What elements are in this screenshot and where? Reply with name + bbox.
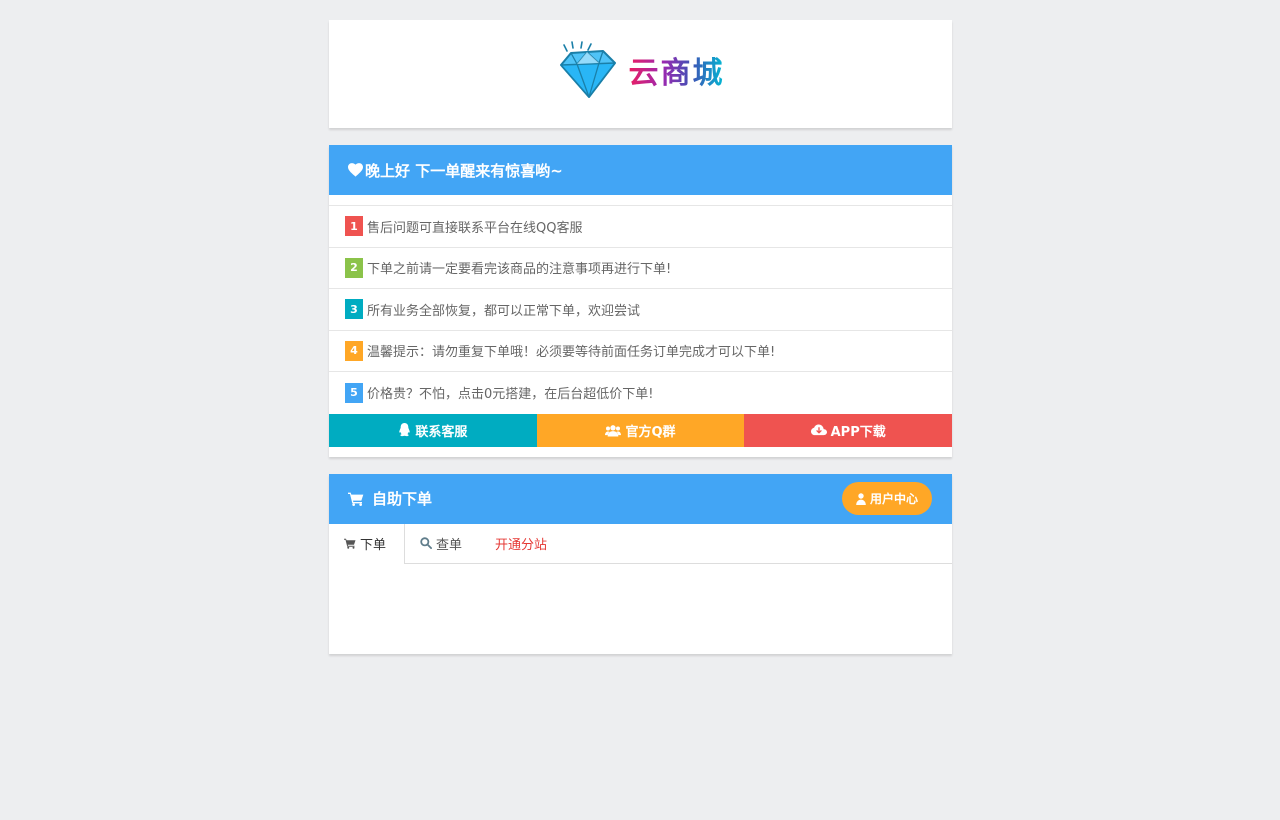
- tab-order-label: 下单: [360, 538, 387, 553]
- cart-icon: [344, 538, 356, 549]
- official-group-button[interactable]: 官方Q群: [536, 413, 745, 447]
- list-item: 1 售后问题可直接联系平台在线QQ客服: [329, 206, 952, 248]
- user-center-label: 用户中心: [869, 492, 918, 506]
- search-icon: [420, 537, 433, 549]
- notice-text: 价格贵？不怕，点击0元搭建，在后台超低价下单!: [367, 387, 654, 403]
- cloud-download-icon: [810, 424, 827, 437]
- heart-icon: [348, 163, 363, 177]
- official-group-label: 官方Q群: [625, 424, 676, 440]
- tab-order[interactable]: 下单: [329, 523, 406, 564]
- item-number-badge: 2: [345, 257, 363, 278]
- notice-list: 1 售后问题可直接联系平台在线QQ客服 2 下单之前请一定要看完该商品的注意事项…: [329, 205, 952, 414]
- order-title-group: 自助下单: [348, 488, 432, 509]
- app-download-label: APP下载: [830, 424, 886, 440]
- order-header: 自助下单 用户中心: [329, 473, 952, 524]
- site-logo[interactable]: 云商城: [557, 40, 725, 100]
- qq-icon: [398, 423, 411, 437]
- tab-query[interactable]: 查单: [405, 524, 480, 563]
- notice-text: 温馨提示：请勿重复下单哦！必须要等待前面任务订单完成才可以下单!: [367, 345, 776, 361]
- notice-text: 下单之前请一定要看完该商品的注意事项再进行下单!: [367, 262, 672, 278]
- cart-icon: [348, 492, 364, 506]
- notice-text: 售后问题可直接联系平台在线QQ客服: [367, 220, 583, 236]
- contact-service-button[interactable]: 联系客服: [329, 413, 537, 447]
- logo-card: 云商城: [329, 20, 952, 128]
- tab-open-substation-label: 开通分站: [495, 537, 548, 553]
- notice-title: 晚上好 下一单醒来有惊喜哟~: [365, 161, 563, 180]
- list-item: 4 温馨提示：请勿重复下单哦！必须要等待前面任务订单完成才可以下单!: [329, 331, 952, 372]
- tab-open-substation[interactable]: 开通分站: [480, 524, 565, 563]
- item-number-badge: 4: [345, 340, 363, 361]
- notice-button-row: 联系客服 官方Q群 APP下载: [329, 413, 953, 447]
- app-download-button[interactable]: APP下载: [744, 413, 953, 447]
- user-center-button[interactable]: 用户中心: [841, 482, 932, 515]
- users-icon: [605, 424, 622, 437]
- notice-text: 所有业务全部恢复，都可以正常下单，欢迎尝试: [367, 303, 641, 319]
- item-number-badge: 1: [345, 216, 363, 237]
- user-icon: [856, 492, 866, 505]
- tab-query-label: 查单: [436, 537, 463, 553]
- list-item: 3 所有业务全部恢复，都可以正常下单，欢迎尝试: [329, 289, 952, 331]
- notice-panel: 晚上好 下一单醒来有惊喜哟~ 1 售后问题可直接联系平台在线QQ客服 2 下单之…: [329, 145, 953, 457]
- order-panel: 自助下单 用户中心 下单 查单 开通分站: [329, 473, 952, 654]
- logo-text: 云商城: [629, 48, 725, 92]
- list-item: 5 价格贵？不怕，点击0元搭建，在后台超低价下单!: [329, 372, 952, 414]
- item-number-badge: 3: [345, 299, 363, 320]
- diamond-icon: [557, 41, 617, 99]
- page-container: 云商城 晚上好 下一单醒来有惊喜哟~ 1 售后问题可直接联系平台在线QQ客服 2…: [329, 20, 953, 654]
- order-title: 自助下单: [372, 490, 433, 508]
- list-item: 2 下单之前请一定要看完该商品的注意事项再进行下单!: [329, 248, 952, 289]
- item-number-badge: 5: [345, 382, 363, 403]
- notice-header: 晚上好 下一单醒来有惊喜哟~: [329, 145, 952, 195]
- contact-service-label: 联系客服: [415, 424, 468, 440]
- order-tabs: 下单 查单 开通分站: [329, 523, 952, 564]
